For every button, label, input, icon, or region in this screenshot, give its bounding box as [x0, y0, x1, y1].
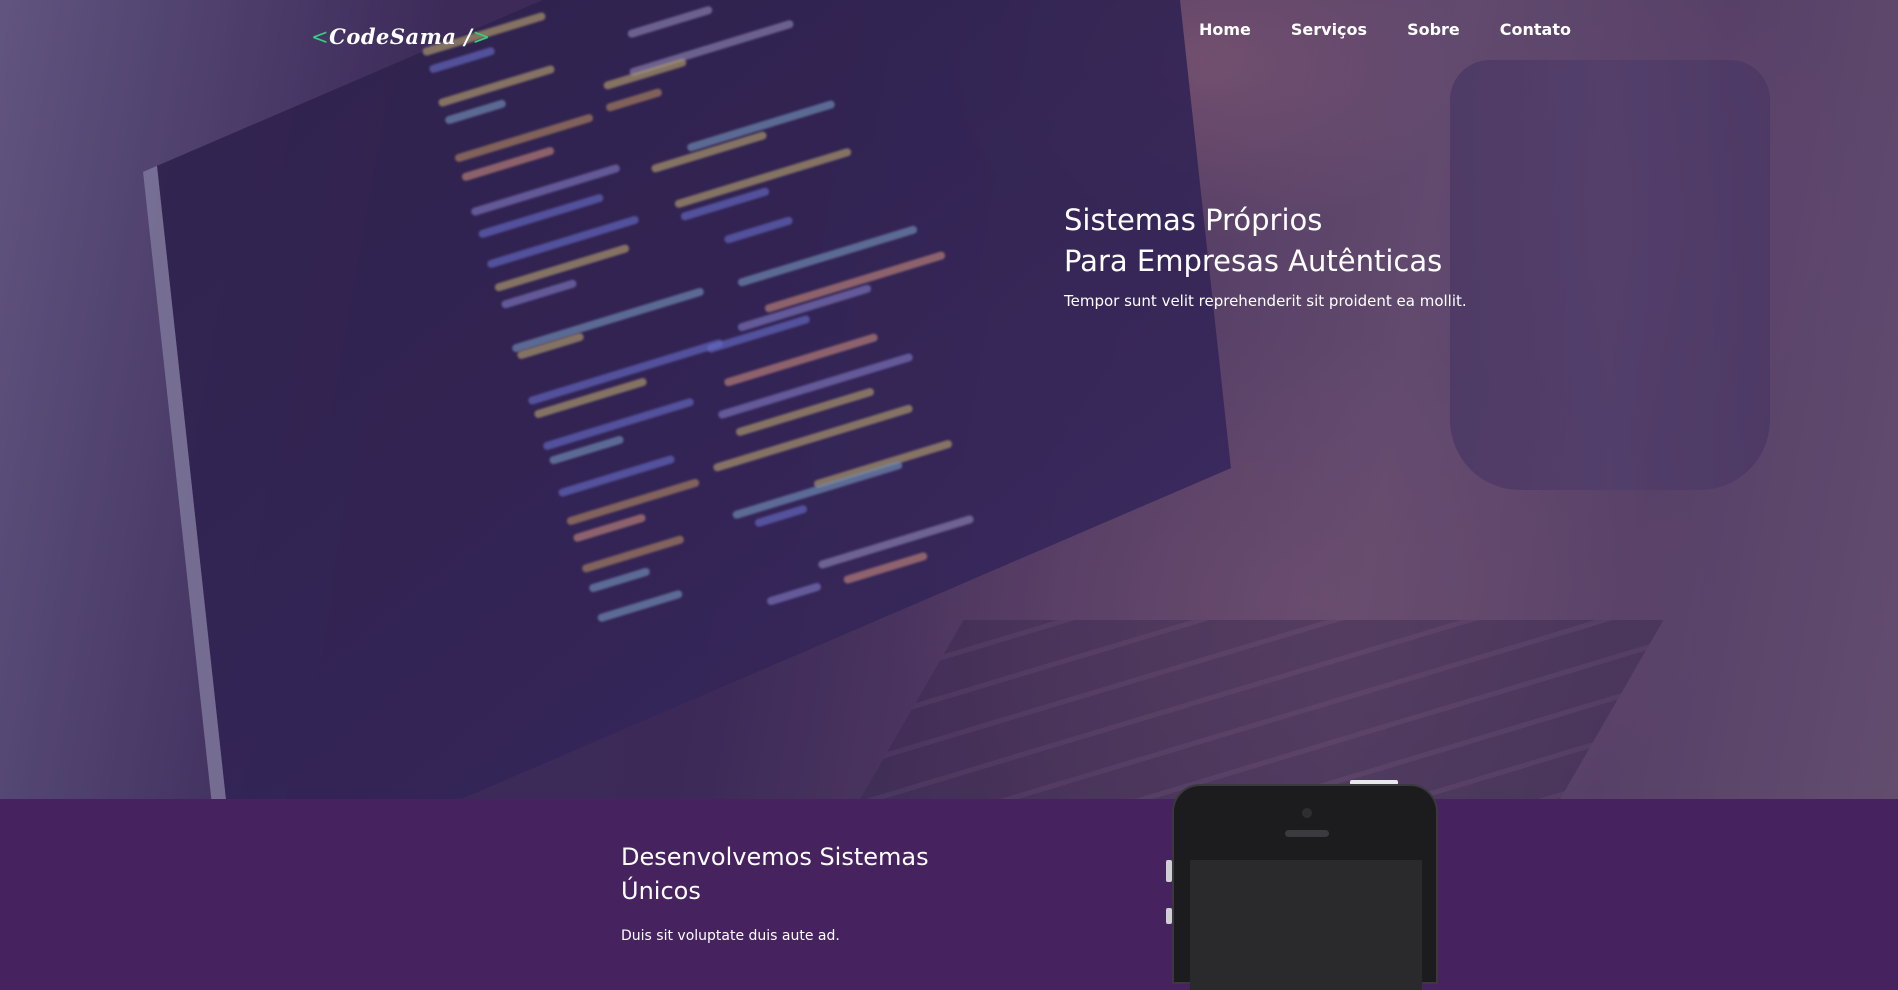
- hero-title-line2: Para Empresas Autênticas: [1064, 244, 1443, 278]
- hero-overlay: [0, 0, 1898, 799]
- phone-screen: [1190, 860, 1422, 990]
- site-logo[interactable]: <CodeSama />: [311, 24, 491, 49]
- nav-contato[interactable]: Contato: [1500, 20, 1571, 39]
- services-band: [0, 799, 1898, 944]
- hero-text: Sistemas Próprios Para Empresas Autêntic…: [1064, 200, 1467, 310]
- phone-mockup-icon: [1172, 784, 1438, 990]
- logo-name: CodeSama: [329, 24, 457, 49]
- main-nav: Home Serviços Sobre Contato: [1199, 20, 1571, 39]
- hero-subtitle: Tempor sunt velit reprehenderit sit proi…: [1064, 292, 1467, 310]
- phone-camera: [1302, 808, 1312, 818]
- nav-servicos[interactable]: Serviços: [1291, 20, 1367, 39]
- section-text: Duis sit voluptate duis aute ad.: [621, 928, 840, 944]
- hero-title-line1: Sistemas Próprios: [1064, 203, 1323, 237]
- logo-open-bracket: <: [311, 25, 330, 49]
- phone-speaker: [1285, 830, 1329, 837]
- logo-close-bracket: >: [472, 25, 491, 49]
- nav-home[interactable]: Home: [1199, 20, 1251, 39]
- nav-sobre[interactable]: Sobre: [1407, 20, 1460, 39]
- section-heading: Desenvolvemos Sistemas Únicos: [621, 843, 929, 905]
- logo-slash: /: [456, 24, 473, 49]
- hero-section: <CodeSama /> Home Serviços Sobre Contato…: [0, 0, 1898, 799]
